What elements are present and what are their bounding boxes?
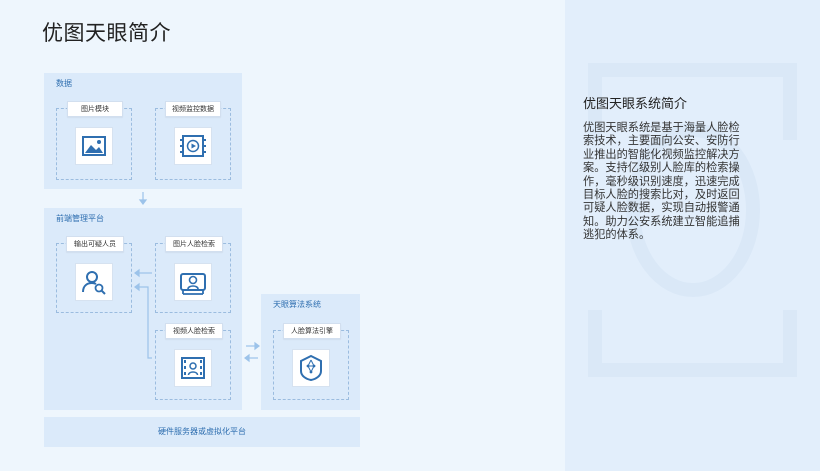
video-to-suspect-arrow	[138, 286, 152, 359]
connector-arrows	[134, 192, 260, 363]
